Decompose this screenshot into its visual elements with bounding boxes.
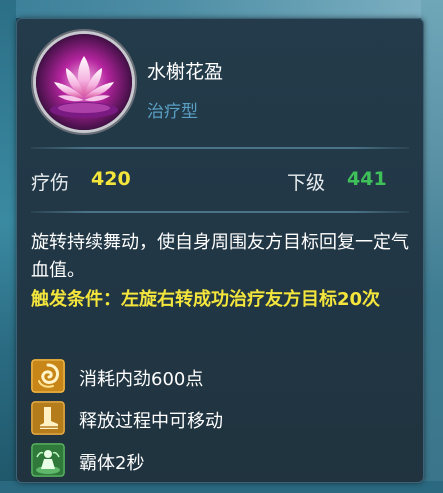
trigger-condition: 触发条件：左旋右转成功治疗友方目标20次 bbox=[31, 289, 381, 310]
background-top bbox=[0, 0, 443, 18]
property-text-cost: 消耗内劲600点 bbox=[79, 369, 204, 390]
background-left bbox=[0, 0, 16, 493]
property-row-movable: 释放过程中可移动 bbox=[31, 401, 411, 437]
skill-description: 旋转持续舞动，使自身周围友方目标回复一定气血值。 bbox=[31, 232, 409, 281]
skill-tooltip-panel: 水榭花盈 治疗型 疗伤 420 下级 441 旋转持续舞动，使自身周围友方目标回… bbox=[16, 18, 424, 483]
next-level-value: 441 bbox=[347, 168, 387, 190]
divider-middle bbox=[31, 211, 409, 213]
skill-name: 水榭花盈 bbox=[147, 61, 224, 83]
property-text-superarmor: 霸体2秒 bbox=[79, 453, 145, 474]
background-right bbox=[421, 0, 443, 493]
boot-icon bbox=[31, 401, 65, 435]
damage-value: 420 bbox=[91, 168, 131, 190]
skill-type: 治疗型 bbox=[147, 102, 198, 122]
damage-label: 疗伤 bbox=[31, 172, 70, 194]
divider-top bbox=[31, 147, 409, 149]
lotus-icon bbox=[33, 31, 135, 133]
guard-figure-icon bbox=[31, 443, 65, 477]
property-row-superarmor: 霸体2秒 bbox=[31, 443, 411, 479]
property-text-movable: 释放过程中可移动 bbox=[79, 411, 223, 432]
next-level-label: 下级 bbox=[287, 172, 326, 194]
property-row-cost: 消耗内劲600点 bbox=[31, 359, 411, 395]
swirl-icon bbox=[31, 359, 65, 393]
